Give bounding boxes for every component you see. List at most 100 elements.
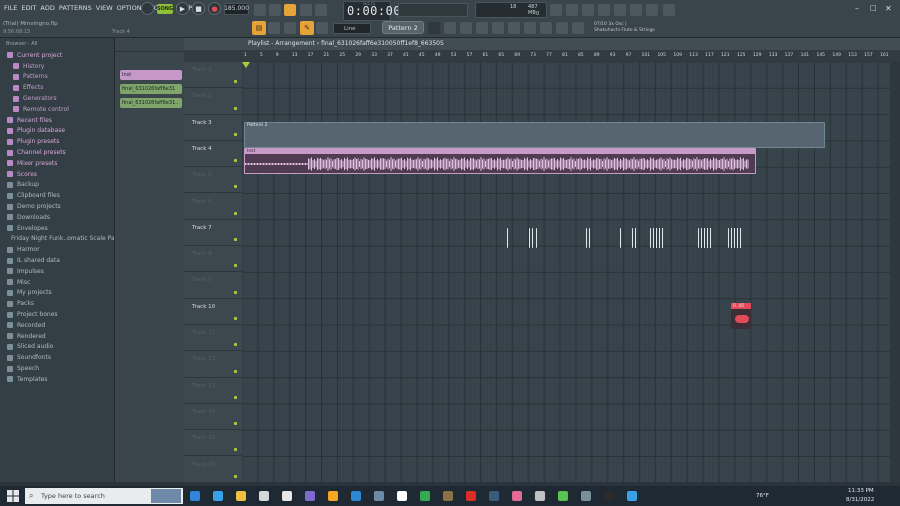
menu-file[interactable]: FILE <box>4 4 17 12</box>
wait-input-icon[interactable] <box>269 4 281 16</box>
close-icon[interactable]: ✕ <box>885 4 897 16</box>
track-header[interactable]: Track 6 <box>184 194 242 220</box>
pat-song-toggle-icon[interactable] <box>141 2 154 15</box>
track-header[interactable]: Track 11 <box>184 325 242 352</box>
save-icon[interactable] <box>614 4 626 16</box>
track-mute-led[interactable] <box>234 290 237 294</box>
chat-icon[interactable] <box>646 4 658 16</box>
note-clip[interactable] <box>620 228 623 248</box>
arrangement-grid[interactable]: Pattern 2 Inst Fl..85 <box>242 62 890 482</box>
loop-record-icon[interactable] <box>315 4 327 16</box>
browser-item[interactable]: Plugin database <box>0 126 114 137</box>
clock-date[interactable]: 8/31/2022 <box>846 497 874 503</box>
browser-item[interactable]: Impulses <box>0 266 114 277</box>
track-mute-led[interactable] <box>234 316 237 320</box>
track-mute-led[interactable] <box>234 132 237 136</box>
track-header[interactable]: Track 7 <box>184 220 242 247</box>
note-clip[interactable] <box>728 228 742 248</box>
track-header[interactable]: Track 1 <box>184 62 242 89</box>
track-header[interactable]: Track 9 <box>184 272 242 299</box>
picker-clip[interactable]: final_631026faff6e31 <box>120 84 182 94</box>
clock-time[interactable]: 11:33 PM <box>848 488 874 494</box>
browser-item[interactable]: Templates <box>0 374 114 385</box>
track-mute-led[interactable] <box>234 185 237 189</box>
metronome-icon[interactable] <box>254 4 266 16</box>
note-clip[interactable] <box>536 228 538 248</box>
track-header[interactable]: Track 4 <box>184 141 242 168</box>
vertical-scrollbar[interactable] <box>890 62 900 482</box>
note-clip[interactable] <box>507 228 510 248</box>
browser-item[interactable]: Demo projects <box>0 201 114 212</box>
mic-icon[interactable] <box>582 4 594 16</box>
track-mute-led[interactable] <box>234 80 237 84</box>
track-mute-led[interactable] <box>234 369 237 373</box>
tempo-display[interactable]: 185.000 <box>224 2 249 15</box>
track-mute-led[interactable] <box>234 448 237 452</box>
menu-add[interactable]: ADD <box>40 4 54 12</box>
taskbar-app-icon[interactable] <box>351 491 361 501</box>
plugin-picker-icon[interactable] <box>508 22 520 34</box>
browser-item[interactable]: Generators <box>0 93 114 104</box>
pattern-mode-button[interactable]: ▤ <box>252 21 266 35</box>
taskbar-app-icon[interactable] <box>535 491 545 501</box>
blend-notes-icon[interactable] <box>300 4 312 16</box>
taskbar-app-icon[interactable] <box>282 491 292 501</box>
track-mute-led[interactable] <box>234 159 237 163</box>
track-header[interactable]: Track 2 <box>184 88 242 115</box>
arrow-icon[interactable] <box>284 22 296 34</box>
taskbar-app-icon[interactable] <box>190 491 200 501</box>
browser-item[interactable]: Friday Night Funk..omatic Scale Pack <box>0 234 114 245</box>
tempo-icon[interactable] <box>540 22 552 34</box>
taskbar-app-icon[interactable] <box>581 491 591 501</box>
audio-clip-inst[interactable]: Inst <box>244 148 756 174</box>
channel-rack-icon[interactable] <box>460 22 472 34</box>
taskbar-app-icon[interactable] <box>443 491 453 501</box>
note-clip[interactable] <box>632 228 637 248</box>
minimize-icon[interactable]: – <box>855 4 867 16</box>
countdown-icon[interactable] <box>284 4 296 16</box>
pattern-selector[interactable]: Pattern 2 <box>382 21 424 34</box>
cpu-icon[interactable] <box>556 22 568 34</box>
track-header[interactable]: Track 8 <box>184 246 242 273</box>
browser-item[interactable]: Envelopes <box>0 223 114 234</box>
note-clip[interactable] <box>529 228 533 248</box>
track-mute-led[interactable] <box>234 395 237 399</box>
master-pitch-slider[interactable] <box>398 3 468 17</box>
browser-item[interactable]: Channel presets <box>0 147 114 158</box>
track-header[interactable]: Track 13 <box>184 378 242 404</box>
browser-item[interactable]: Rendered <box>0 331 114 342</box>
taskbar-app-icon[interactable] <box>397 491 407 501</box>
snap-select[interactable]: Line <box>333 23 371 34</box>
track-mute-led[interactable] <box>234 106 237 110</box>
magnet-icon[interactable] <box>316 22 328 34</box>
browser-item[interactable]: Speech <box>0 363 114 374</box>
pat-song-button[interactable]: SONG <box>157 3 173 14</box>
browser-icon[interactable] <box>492 22 504 34</box>
playhead-marker[interactable] <box>242 62 250 68</box>
render-icon[interactable] <box>630 4 642 16</box>
windows-start-icon[interactable] <box>7 490 19 502</box>
taskbar-app-icon[interactable] <box>259 491 269 501</box>
browser-item[interactable]: Project bones <box>0 309 114 320</box>
track-header[interactable]: Track 10 <box>184 299 242 325</box>
browser-item[interactable]: Mixer presets <box>0 158 114 169</box>
note-clip[interactable] <box>650 228 664 248</box>
browser-item[interactable]: Remote control <box>0 104 114 115</box>
track-header[interactable]: Track 15 <box>184 430 242 457</box>
menu-edit[interactable]: EDIT <box>21 4 36 12</box>
browser-item[interactable]: Patterns <box>0 72 114 83</box>
browser-item[interactable]: Sliced audio <box>0 342 114 353</box>
taskbar-app-icon[interactable] <box>420 491 430 501</box>
taskbar-app-icon[interactable] <box>305 491 315 501</box>
pattern-clip[interactable]: Pattern 2 <box>244 122 825 148</box>
browser-item[interactable]: Clipboard files <box>0 190 114 201</box>
track-mute-led[interactable] <box>234 343 237 347</box>
track-header[interactable]: Track 5 <box>184 167 242 194</box>
menu-patterns[interactable]: PATTERNS <box>59 4 92 12</box>
tempo-tapper-icon[interactable] <box>550 4 562 16</box>
browser-item[interactable]: Packs <box>0 298 114 309</box>
maximize-icon[interactable]: □ <box>870 4 882 16</box>
mixer-icon[interactable] <box>444 22 456 34</box>
browser-item[interactable]: Downloads <box>0 212 114 223</box>
taskbar-app-icon[interactable] <box>489 491 499 501</box>
